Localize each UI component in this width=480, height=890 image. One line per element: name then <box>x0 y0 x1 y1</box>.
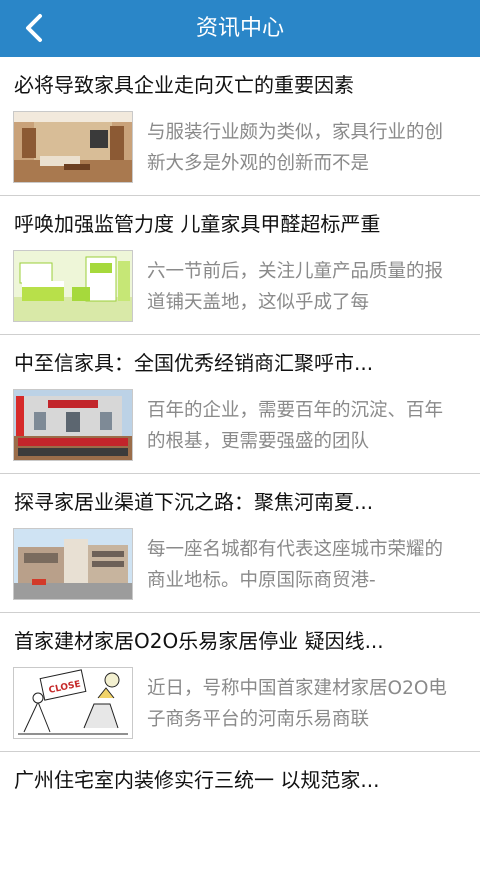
news-summary: 百年的企业，需要百年的沉淀、百年的根基，更需要强盛的团队 <box>147 400 444 452</box>
news-item[interactable]: 中至信家具：全国优秀经销商汇聚呼市... 百年的企业，需要百年的沉淀、百年的根基… <box>0 335 480 474</box>
news-title: 呼唤加强监管力度 儿童家具甲醛超标严重 <box>14 212 381 236</box>
news-title: 探寻家居业渠道下沉之路：聚焦河南夏... <box>14 490 374 514</box>
kids-bedroom-thumbnail <box>13 250 133 322</box>
closed-store-cartoon-thumbnail: CLOSE <box>13 667 133 739</box>
commercial-building-thumbnail <box>13 528 133 600</box>
news-item[interactable]: 必将导致家具企业走向灭亡的重要因素 与服装行业颇为类似，家具行业的创新大多是外观… <box>0 57 480 196</box>
news-summary: 每一座名城都有代表这座城市荣耀的商业地标。中原国际商贸港- <box>147 539 444 591</box>
news-item[interactable]: 广州住宅室内装修实行三统一 以规范家... <box>0 752 480 890</box>
news-list: 必将导致家具企业走向灭亡的重要因素 与服装行业颇为类似，家具行业的创新大多是外观… <box>0 57 480 890</box>
news-summary: 近日，号称中国首家建材家居O2O电子商务平台的河南乐易商联 <box>147 678 447 730</box>
news-summary: 六一节前后，关注儿童产品质量的报道铺天盖地，这似乎成了每 <box>147 261 444 313</box>
news-title: 中至信家具：全国优秀经销商汇聚呼市... <box>14 351 374 375</box>
news-item[interactable]: 首家建材家居O2O乐易家居停业 疑因线... CLOSE 近日，号称中国首家建材… <box>0 613 480 752</box>
dealer-meeting-thumbnail <box>13 389 133 461</box>
news-summary: 与服装行业颇为类似，家具行业的创新大多是外观的创新而不是 <box>147 122 444 174</box>
news-title: 首家建材家居O2O乐易家居停业 疑因线... <box>14 629 384 653</box>
page-title: 资讯中心 <box>195 16 284 41</box>
header-bar: 资讯中心 <box>0 0 480 57</box>
living-room-thumbnail <box>13 111 133 183</box>
news-title: 广州住宅室内装修实行三统一 以规范家... <box>14 768 380 792</box>
news-item[interactable]: 呼唤加强监管力度 儿童家具甲醛超标严重 六一节前后，关注儿童产品质量的报道铺天盖… <box>0 196 480 335</box>
news-item[interactable]: 探寻家居业渠道下沉之路：聚焦河南夏... 每一座名城都有代表这座城市荣耀的商业地… <box>0 474 480 613</box>
news-title: 必将导致家具企业走向灭亡的重要因素 <box>14 73 354 97</box>
